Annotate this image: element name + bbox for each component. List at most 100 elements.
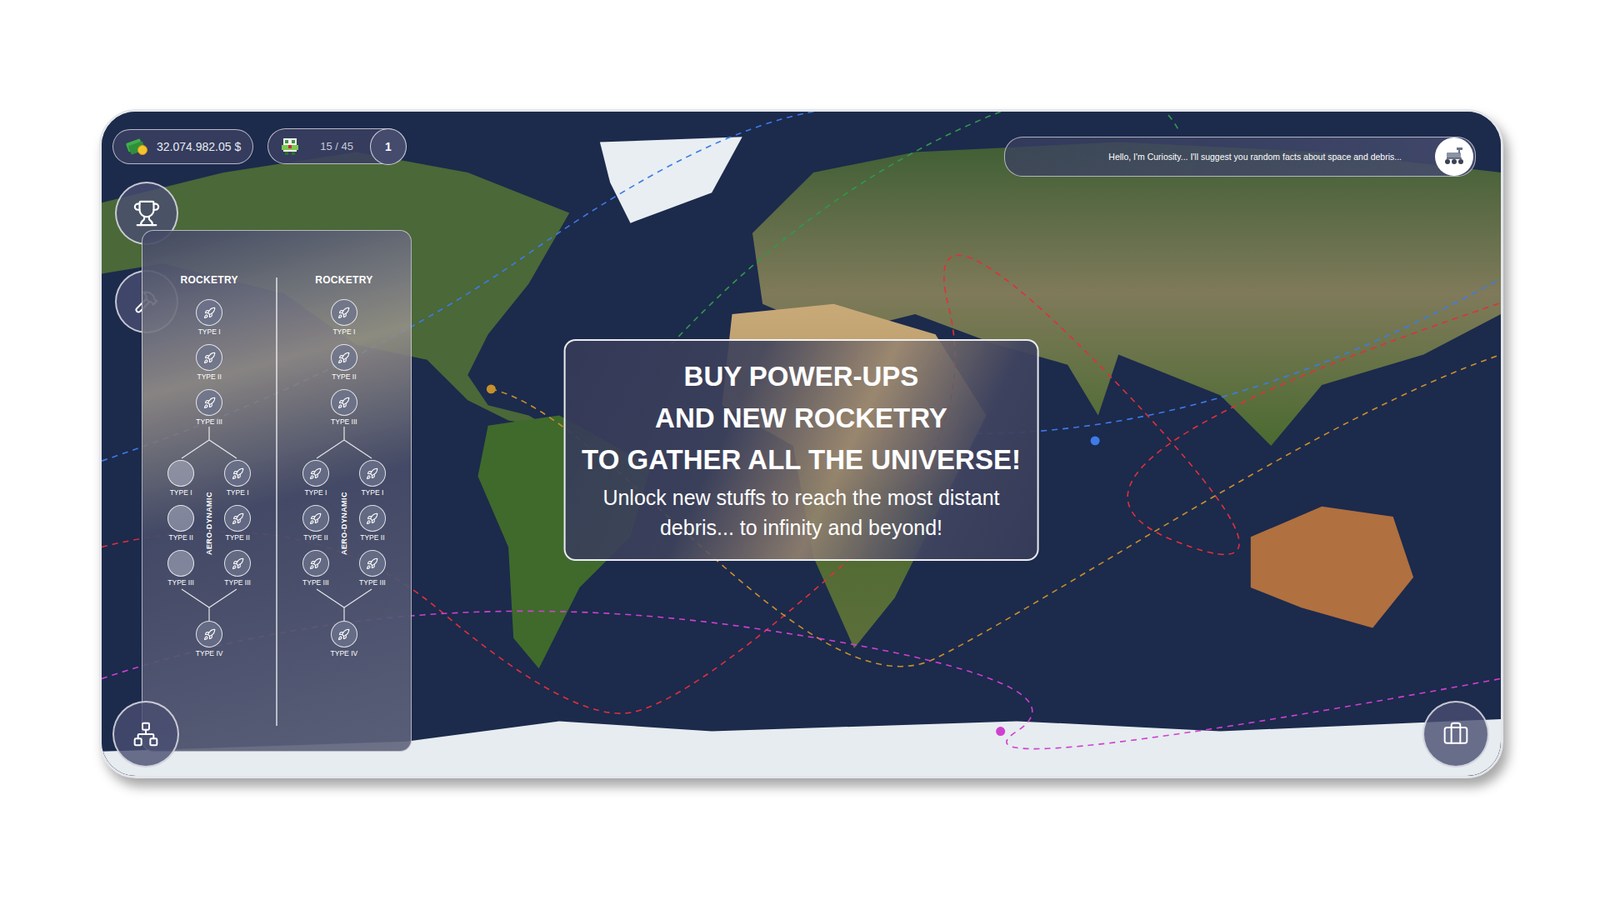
money-icon <box>125 137 149 156</box>
skill-button[interactable] <box>359 505 386 532</box>
split-connector <box>298 426 390 460</box>
shop-slot <box>1422 700 1490 768</box>
promo-title: TO GATHER ALL THE UNIVERSE! <box>581 439 1021 481</box>
branch-label: AERO-DYNAMIC <box>203 460 215 588</box>
skill-label: TYPE III <box>302 578 330 588</box>
assistant-avatar[interactable] <box>1435 137 1474 176</box>
merge-connector <box>298 587 390 621</box>
skill-tree: ROCKETRY TYPE I TYPE II TYPE III TYPE I TYPE … <box>277 274 411 726</box>
skill-node: TYPE II <box>353 505 392 543</box>
debris-creature-icon <box>280 136 300 157</box>
satellite-dot[interactable] <box>995 726 1005 736</box>
right-branch: TYPE I TYPE II TYPE III <box>353 460 392 588</box>
skill-button[interactable] <box>195 389 223 416</box>
skill-node: TYPE I <box>161 460 200 498</box>
skill-button[interactable] <box>167 460 195 487</box>
rocket-icon <box>203 306 216 320</box>
left-branch: TYPE ITYPE IITYPE III <box>296 460 335 588</box>
skill-label: TYPE I <box>198 327 221 337</box>
money-amount: 32.074.982.05 $ <box>156 140 241 154</box>
promo-card: BUY POWER-UPSAND NEW ROCKETRYTO GATHER A… <box>563 339 1040 561</box>
rocket-icon <box>203 396 216 410</box>
skill-node: TYPE IV <box>325 620 364 659</box>
ocean <box>101 111 1501 776</box>
skill-button[interactable] <box>195 620 223 648</box>
skill-node: TYPE I <box>325 299 364 337</box>
skill-node: TYPE II <box>190 344 229 382</box>
rover-icon <box>1441 146 1467 167</box>
rocket-icon <box>309 467 322 480</box>
skill-button[interactable] <box>330 620 358 648</box>
skill-label: TYPE II <box>168 533 193 543</box>
rocket-icon <box>337 351 350 365</box>
tree-title: ROCKETRY <box>315 274 373 286</box>
skill-label: TYPE II <box>196 372 221 382</box>
rocket-icon <box>337 628 350 641</box>
skills-button[interactable] <box>112 700 180 768</box>
skill-label: TYPE IV <box>195 649 224 659</box>
promo-title: BUY POWER-UPS <box>684 355 920 398</box>
trophy-icon <box>132 199 161 228</box>
skill-button[interactable] <box>302 505 330 532</box>
rocket-icon <box>309 512 322 525</box>
skill-branch: TYPE I TYPE II TYPE III AERO-DYNAMICTYPE I T… <box>161 460 257 588</box>
skill-button[interactable] <box>330 389 358 416</box>
promo-title: AND NEW ROCKETRY <box>655 397 948 440</box>
base-skills: TYPE I TYPE II TYPE III <box>190 299 229 427</box>
skills-slot <box>112 700 180 768</box>
skill-node: TYPE III <box>190 389 229 427</box>
skill-button[interactable] <box>359 550 386 577</box>
promo-subtitle: Unlock new stuffs to reach the most dist… <box>601 482 1002 543</box>
assistant-message: Hello, I'm Curiosity... I'll suggest you… <box>1108 151 1402 162</box>
skill-label: TYPE IV <box>330 649 359 659</box>
tree-title: ROCKETRY <box>180 274 238 286</box>
skill-button[interactable] <box>195 344 223 371</box>
shop-button[interactable] <box>1422 700 1490 768</box>
satellite-dot[interactable] <box>486 384 496 394</box>
skill-button[interactable] <box>224 505 251 532</box>
left-branch: TYPE ITYPE IITYPE III <box>161 460 200 588</box>
skill-branch: TYPE ITYPE IITYPE IIIAERO-DYNAMICTYPE IT… <box>296 460 392 588</box>
briefcase-icon <box>1442 720 1470 748</box>
level-badge: 1 <box>370 128 407 165</box>
debris-counter: 15 / 451 <box>267 128 406 165</box>
skill-label: TYPE III <box>195 417 223 427</box>
skill-node: TYPE III <box>218 550 257 588</box>
skill-button[interactable] <box>167 550 195 577</box>
skill-button[interactable] <box>330 344 358 371</box>
skill-button[interactable] <box>359 460 386 487</box>
skill-label: TYPE III <box>359 578 386 588</box>
rocket-icon <box>337 306 350 320</box>
skill-label: TYPE II <box>331 372 356 382</box>
hud-stats: 32.074.982.05 $ 15 / 451 <box>112 128 406 165</box>
assistant-bar[interactable]: Hello, I'm Curiosity... I'll suggest you… <box>1004 136 1476 177</box>
skill-button[interactable] <box>224 550 251 577</box>
skill-node: TYPE II <box>161 505 200 543</box>
rocket-icon <box>365 512 379 525</box>
skill-button[interactable] <box>167 505 195 532</box>
skill-button[interactable] <box>330 299 358 326</box>
rocket-icon <box>309 557 322 570</box>
skill-label: TYPE III <box>224 578 251 588</box>
skill-node: TYPE III <box>353 550 392 588</box>
rocket-icon <box>365 467 379 480</box>
rocket-icon <box>231 512 245 525</box>
merge-connector <box>163 587 255 621</box>
skill-label: TYPE III <box>330 417 358 427</box>
skill-button[interactable] <box>302 460 330 487</box>
skill-label: TYPE II <box>225 533 250 543</box>
skill-button[interactable] <box>195 299 223 326</box>
split-connector <box>163 426 255 460</box>
rocket-icon <box>203 351 216 365</box>
money-counter: 32.074.982.05 $ <box>112 129 254 165</box>
skill-node: TYPE I <box>353 460 392 498</box>
skill-node: TYPE III <box>325 389 364 427</box>
skill-button[interactable] <box>224 460 251 487</box>
satellite-dot[interactable] <box>1090 435 1100 445</box>
skill-node: TYPE I <box>218 460 257 498</box>
skill-button[interactable] <box>302 550 330 577</box>
rocket-icon <box>337 396 350 410</box>
skill-label: TYPE II <box>360 533 385 543</box>
skill-tree: ROCKETRYTYPE ITYPE IITYPE IIITYPE ITYPE … <box>142 274 276 726</box>
rocket-icon <box>365 557 379 570</box>
